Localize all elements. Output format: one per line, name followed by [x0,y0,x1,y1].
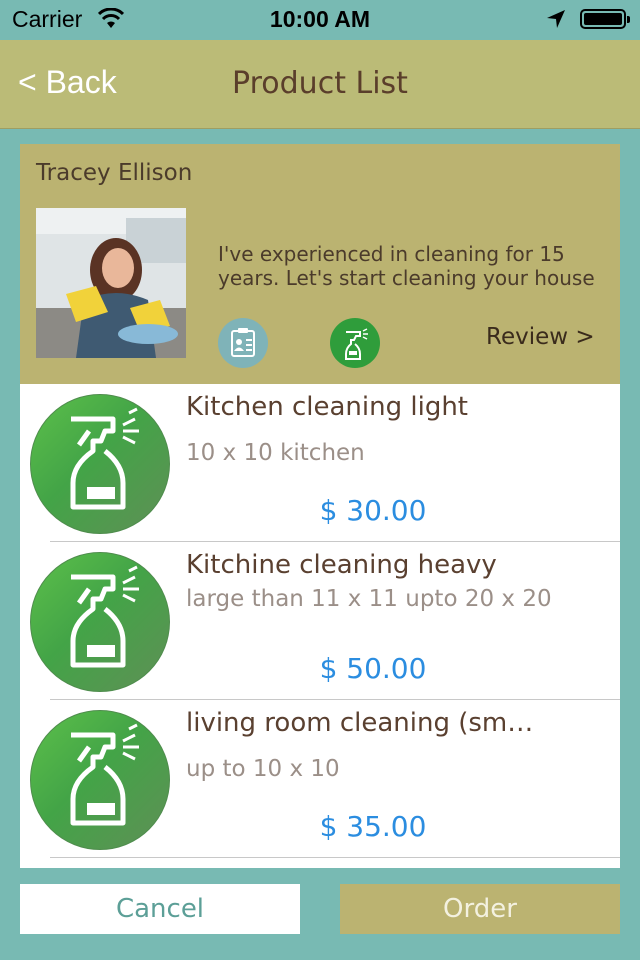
list-item[interactable]: Kitchine cleaning heavy large than 11 x … [20,542,620,700]
product-title: Kitchine cleaning heavy [186,550,497,580]
status-time: 10:00 AM [269,6,371,32]
cleaner-description: I've experienced in cleaning for 15 year… [218,242,595,290]
product-subtitle: up to 10 x 10 [186,756,340,782]
spray-bottle-icon [30,710,170,850]
product-subtitle: 10 x 10 kitchen [186,440,365,466]
list-item[interactable]: living room cleaning (sm… up to 10 x 10 … [20,700,620,858]
navigation-bar: < Back Product List [0,40,640,129]
battery-icon [580,9,630,29]
location-arrow-icon [547,10,565,28]
order-button[interactable]: Order [340,884,620,934]
product-title: living room cleaning (sm… [186,708,534,738]
product-price: $ 50.00 [319,652,427,685]
page-title: Product List [232,66,408,101]
list-item[interactable]: Kitchen cleaning light 10 x 10 kitchen $… [20,384,620,542]
product-price: $ 35.00 [319,810,427,843]
cleaner-profile-card: Tracey Ellison I've experienced in clean… [20,144,620,384]
product-subtitle: large than 11 x 11 upto 20 x 20 [186,586,552,612]
product-list: Kitchen cleaning light 10 x 10 kitchen $… [20,384,620,868]
review-link[interactable]: Review > [486,324,595,350]
spray-bottle-icon [30,394,170,534]
cleaner-photo [36,208,186,358]
product-price: $ 30.00 [319,494,427,527]
spray-bottle-icon[interactable] [330,318,380,368]
id-card-icon[interactable] [218,318,268,368]
status-bar: Carrier 10:00 AM [0,0,640,40]
cancel-button[interactable]: Cancel [20,884,300,934]
product-title: Kitchen cleaning light [186,392,469,422]
spray-bottle-icon [30,552,170,692]
cleaner-name: Tracey Ellison [36,160,193,186]
divider [50,857,620,858]
